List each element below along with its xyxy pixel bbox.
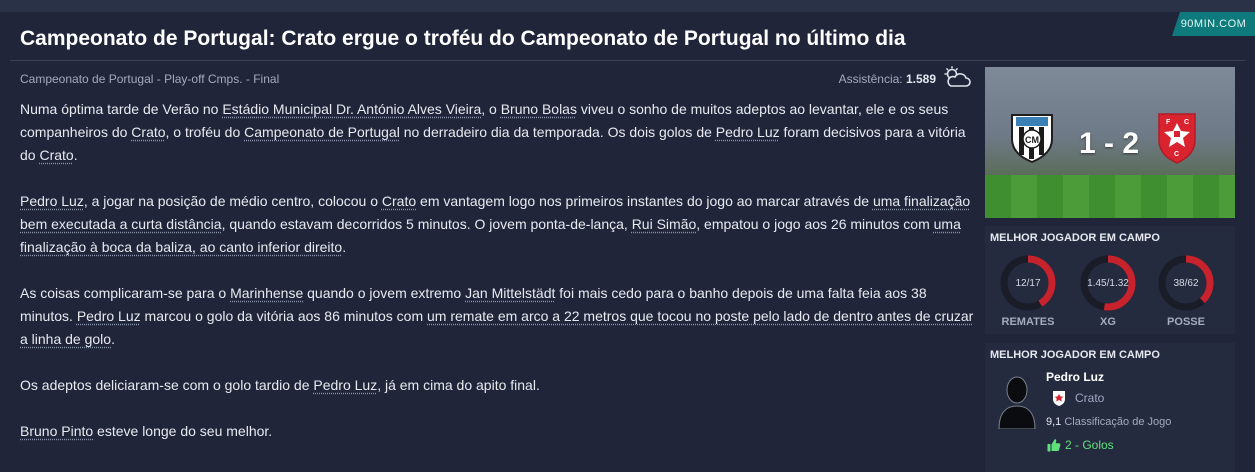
article-link[interactable]: Bruno Bolas — [501, 101, 577, 117]
article-text: , o troféu do — [165, 124, 245, 140]
article-text: , quando estavam decorridos 5 minutos. O… — [221, 216, 632, 232]
attendance: Assistência: 1.589 — [820, 72, 936, 86]
paragraph-3: As coisas complicaram-se para o Marinhen… — [20, 282, 975, 351]
article-text: , já em cima do apito final. — [377, 377, 540, 393]
article-link[interactable]: Campeonato de Portugal — [244, 124, 400, 140]
brand-tag: 90MIN.COM — [1172, 12, 1255, 36]
paragraph-1: Numa óptima tarde de Verão no Estádio Mu… — [20, 98, 975, 167]
paragraph-5: Bruno Pinto esteve longe do seu melhor. — [20, 420, 975, 443]
article-link[interactable]: Pedro Luz — [716, 124, 780, 140]
top-bar — [0, 0, 1255, 12]
article-text: . — [342, 239, 347, 255]
paragraph-4: Os adeptos deliciaram-se com o golo tard… — [20, 374, 975, 397]
article-link[interactable]: Crato — [382, 193, 416, 209]
article-link[interactable]: Crato — [131, 124, 165, 140]
article-text: Numa óptima tarde de Verão no — [20, 101, 223, 117]
article-link[interactable]: Pedro Luz — [77, 308, 141, 324]
possession-gauge[interactable]: 38/62 — [1157, 254, 1215, 312]
article-link[interactable]: Bruno Pinto — [20, 423, 93, 439]
article-link[interactable]: Pedro Luz — [313, 377, 377, 393]
match-report: Numa óptima tarde de Verão no Estádio Mu… — [20, 98, 975, 466]
page-title: Campeonato de Portugal: Crato ergue o tr… — [20, 27, 906, 50]
player-avatar — [997, 373, 1037, 430]
match-score: 1 - 2 — [1078, 127, 1140, 160]
match-stats-panel: MELHOR JOGADOR EM CAMPO 12/17 REMATES 1.… — [985, 226, 1235, 334]
article-link[interactable]: Marinhense — [230, 285, 303, 301]
paragraph-2: Pedro Luz, a jogar na posição de médio c… — [20, 190, 975, 259]
crato-crest-icon — [1052, 390, 1066, 406]
marinhense-crest-icon[interactable]: CM — [1010, 111, 1054, 164]
article-text: As coisas complicaram-se para o — [20, 285, 231, 301]
divider — [10, 60, 1245, 61]
svg-text:C: C — [1174, 151, 1179, 158]
rating-label: Classificação de Jogo — [1064, 416, 1172, 428]
svg-text:CM: CM — [1025, 135, 1039, 145]
player-rating: 9,1 Classificação de Jogo — [1046, 416, 1171, 428]
article-text: no derradeiro dia da temporada. Os dois … — [399, 124, 716, 140]
article-link[interactable]: Crato — [39, 147, 73, 163]
article-link[interactable]: Estádio Municipal Dr. António Alves Viei… — [222, 101, 481, 117]
pitch-background — [985, 175, 1235, 218]
possession-label: POSSE — [1167, 316, 1205, 328]
xg-value: 1.45/1.32 — [1087, 277, 1129, 289]
article-link[interactable]: Rui Simão — [632, 216, 697, 232]
potm-panel-title: MELHOR JOGADOR EM CAMPO — [990, 349, 1160, 361]
player-club[interactable]: Crato — [1075, 391, 1104, 405]
player-goals: 2 - Golos — [1065, 438, 1114, 452]
article-text: , a jogar na posição de médio centro, co… — [83, 193, 382, 209]
shots-gauge[interactable]: 12/17 — [999, 254, 1057, 312]
article-text: . — [111, 331, 115, 347]
partly-cloudy-icon — [943, 66, 971, 88]
xg-label: XG — [1100, 316, 1116, 328]
article-text: esteve longe do seu melhor. — [93, 423, 273, 439]
article-link[interactable]: Pedro Luz — [20, 193, 84, 209]
crato-crest-icon[interactable]: F C C — [1155, 111, 1199, 165]
xg-gauge[interactable]: 1.45/1.32 — [1079, 254, 1137, 312]
stats-panel-title: MELHOR JOGADOR EM CAMPO — [990, 232, 1160, 244]
article-link[interactable]: Jan Mittelstädt — [465, 285, 555, 301]
svg-text:C: C — [1184, 119, 1189, 126]
attendance-label: Assistência: — [838, 72, 903, 86]
article-text: Os adeptos deliciaram-se com o golo tard… — [20, 377, 314, 393]
competition-subtitle: Campeonato de Portugal - Play-off Cmps. … — [20, 72, 280, 86]
possession-value: 38/62 — [1173, 277, 1199, 289]
article-text: em vantagem logo nos primeiros instantes… — [416, 193, 873, 209]
score-panel[interactable]: CM 1 - 2 F C C — [985, 67, 1235, 218]
article-text: . — [73, 147, 78, 163]
thumbs-up-icon — [1047, 438, 1061, 452]
article-text: , o — [481, 101, 501, 117]
article-text: , empatou o jogo aos 26 minutos com — [696, 216, 934, 232]
rating-value: 9,1 — [1046, 416, 1062, 428]
attendance-value: 1.589 — [905, 72, 936, 86]
svg-text:F: F — [1166, 119, 1171, 126]
article-text: quando o jovem extremo — [303, 285, 466, 301]
article-text: marcou o golo da vitória aos 86 minutos … — [140, 308, 428, 324]
player-name[interactable]: Pedro Luz — [1046, 370, 1104, 384]
player-of-match-panel[interactable]: MELHOR JOGADOR EM CAMPO Pedro Luz Crato … — [985, 343, 1235, 472]
shots-label: REMATES — [1001, 316, 1055, 328]
shots-value: 12/17 — [1015, 277, 1041, 289]
